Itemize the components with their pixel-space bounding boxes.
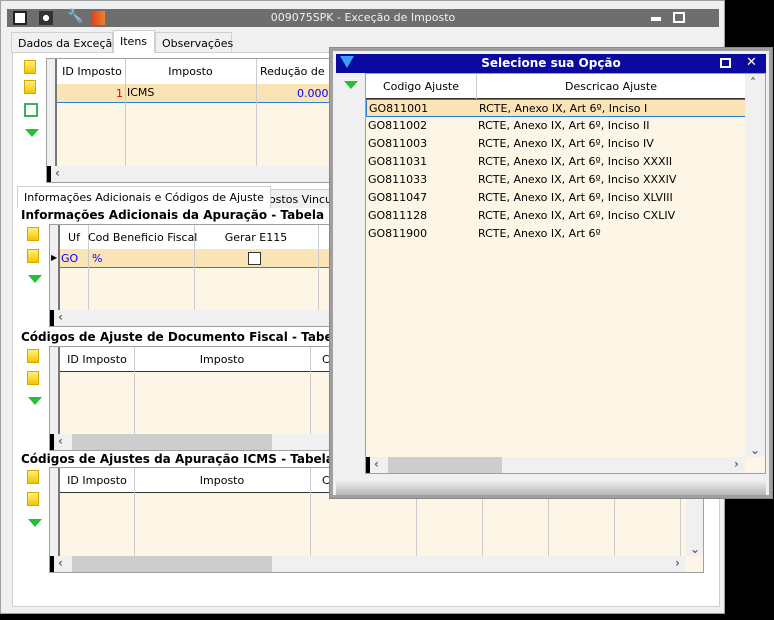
codigo-ajuste-cell: GO811001 xyxy=(369,102,429,115)
maximize-button[interactable] xyxy=(673,12,685,23)
remove-row-icon[interactable] xyxy=(27,371,39,385)
header-cod-beneficio[interactable]: Cod Beneficio Fiscal xyxy=(88,231,197,244)
cell-cod-beneficio[interactable]: % xyxy=(92,252,102,265)
codigo-ajuste-cell: GO811002 xyxy=(368,119,428,132)
horizontal-scrollbar[interactable]: ‹ › xyxy=(366,457,745,473)
codigo-ajuste-cell: GO811047 xyxy=(368,191,428,204)
option-row[interactable]: GO811031 RCTE, Anexo IX, Art 6º, Inciso X… xyxy=(366,153,746,171)
option-row[interactable]: GO811900 RCTE, Anexo IX, Art 6º xyxy=(366,225,746,243)
table-5-2-grid: Uf Cod Beneficio Fiscal Gerar E115 ▶ GO … xyxy=(49,224,339,327)
row-pointer-icon: ▶ xyxy=(51,253,58,262)
option-row[interactable]: GO811033 RCTE, Anexo IX, Art 6º, Inciso X… xyxy=(366,171,746,189)
header-codigo[interactable]: C xyxy=(322,353,330,366)
header-uf[interactable]: Uf xyxy=(60,231,88,244)
descricao-ajuste-cell: RCTE, Anexo IX, Art 6º, Inciso XXXII xyxy=(478,155,673,168)
add-row-icon[interactable] xyxy=(27,349,39,363)
cell-imposto[interactable]: ICMS xyxy=(127,86,154,99)
descricao-ajuste-cell: RCTE, Anexo IX, Art 6º xyxy=(478,227,601,240)
header-imposto[interactable]: Imposto xyxy=(134,353,310,366)
vertical-scrollbar[interactable]: ˄ ⌄ xyxy=(745,74,765,457)
scroll-thumb[interactable] xyxy=(388,457,502,473)
minimize-button[interactable] xyxy=(651,17,661,21)
tab-dados-da-excecao[interactable]: Dados da Exceção xyxy=(11,32,119,53)
header-id-imposto[interactable]: ID Imposto xyxy=(60,353,134,366)
expand-down-icon[interactable] xyxy=(28,275,42,283)
header-imposto[interactable]: Imposto xyxy=(125,65,256,78)
option-row[interactable]: GO811003 RCTE, Anexo IX, Art 6º, Inciso I… xyxy=(366,135,746,153)
remove-row-icon[interactable] xyxy=(24,80,36,94)
horizontal-scrollbar[interactable]: ‹ xyxy=(47,166,345,182)
option-row[interactable]: GO811128 RCTE, Anexo IX, Art 6º, Inciso C… xyxy=(366,207,746,225)
header-descricao-ajuste[interactable]: Descricao Ajuste xyxy=(476,80,746,93)
expand-down-icon[interactable] xyxy=(28,519,42,527)
descricao-ajuste-cell: RCTE, Anexo IX, Art 6º, Inciso IV xyxy=(478,137,654,150)
filter-icon xyxy=(340,56,354,68)
option-row[interactable]: GO811047 RCTE, Anexo IX, Art 6º, Inciso X… xyxy=(366,189,746,207)
itens-grid: ID Imposto Imposto Redução de Ba 1 ICMS … xyxy=(46,58,346,183)
option-row[interactable]: GO811001 RCTE, Anexo IX, Art 6º, Inciso I xyxy=(366,99,746,117)
codigo-ajuste-cell: GO811128 xyxy=(368,209,428,222)
cell-uf[interactable]: GO xyxy=(61,252,78,265)
dialog-title-bar: Selecione sua Opção ✕ xyxy=(336,54,766,73)
expand-down-icon[interactable] xyxy=(28,397,42,405)
export-icon[interactable] xyxy=(24,103,38,117)
dialog-footer xyxy=(336,479,766,495)
codigo-ajuste-cell: GO811033 xyxy=(368,173,428,186)
subtab-informacoes[interactable]: Informações Adicionais e Códigos de Ajus… xyxy=(17,186,271,208)
header-imposto[interactable]: Imposto xyxy=(134,474,310,487)
horizontal-scrollbar[interactable]: ‹ › xyxy=(50,556,686,572)
header-id-imposto[interactable]: ID Imposto xyxy=(59,65,125,78)
header-id-imposto[interactable]: ID Imposto xyxy=(60,474,134,487)
descricao-ajuste-cell: RCTE, Anexo IX, Art 6º, Inciso XXXIV xyxy=(478,173,677,186)
header-codigo-ajuste[interactable]: Codigo Ajuste xyxy=(366,80,476,93)
gerar-e115-checkbox[interactable] xyxy=(248,252,261,265)
horizontal-scrollbar[interactable]: ‹ xyxy=(50,434,338,450)
descricao-ajuste-cell: RCTE, Anexo IX, Art 6º, Inciso II xyxy=(478,119,650,132)
remove-row-icon[interactable] xyxy=(27,249,39,263)
header-gerar-e115[interactable]: Gerar E115 xyxy=(194,231,318,244)
expand-down-icon[interactable] xyxy=(344,81,358,89)
codigo-ajuste-cell: GO811900 xyxy=(368,227,428,240)
dialog-title: Selecione sua Opção xyxy=(481,56,621,70)
expand-down-icon[interactable] xyxy=(25,129,39,137)
section-title-5-2: Informações Adicionais da Apuração - Tab… xyxy=(21,208,350,222)
section-title-5-3: Códigos de Ajuste de Documento Fiscal - … xyxy=(21,330,371,344)
add-row-icon[interactable] xyxy=(24,60,36,74)
cell-id[interactable]: 1 xyxy=(59,87,123,100)
tab-observacoes[interactable]: Observações xyxy=(155,32,233,53)
section-title-5-1-1: Códigos de Ajustes da Apuração ICMS - Ta… xyxy=(21,452,373,466)
horizontal-scrollbar[interactable]: ‹ xyxy=(50,310,338,326)
header-codigo[interactable]: C xyxy=(322,474,330,487)
add-row-icon[interactable] xyxy=(27,470,39,484)
window-title: 009075SPK - Exceção de Imposto xyxy=(270,11,456,24)
descricao-ajuste-cell: RCTE, Anexo IX, Art 6º, Inciso CXLIV xyxy=(478,209,676,222)
remove-row-icon[interactable] xyxy=(27,492,39,506)
option-row[interactable]: GO811002 RCTE, Anexo IX, Art 6º, Inciso I… xyxy=(366,117,746,135)
table-5-3-grid: ID Imposto Imposto C ‹ xyxy=(49,346,339,451)
codigo-ajuste-cell: GO811031 xyxy=(368,155,428,168)
descricao-ajuste-cell: RCTE, Anexo IX, Art 6º, Inciso I xyxy=(479,102,648,115)
close-button[interactable]: ✕ xyxy=(746,55,757,70)
add-row-icon[interactable] xyxy=(27,227,39,241)
maximize-button[interactable] xyxy=(720,58,731,68)
scroll-thumb[interactable] xyxy=(72,434,272,450)
tab-itens[interactable]: Itens xyxy=(113,30,155,53)
title-bar: 🔧 009075SPK - Exceção de Imposto xyxy=(7,9,719,27)
options-grid: Codigo Ajuste Descricao Ajuste GO811001 R… xyxy=(365,73,766,474)
codigo-ajuste-cell: GO811003 xyxy=(368,137,428,150)
select-option-dialog: Selecione sua Opção ✕ Codigo Ajuste Desc… xyxy=(330,48,772,498)
descricao-ajuste-cell: RCTE, Anexo IX, Art 6º, Inciso XLVIII xyxy=(478,191,673,204)
scroll-thumb[interactable] xyxy=(72,556,272,572)
